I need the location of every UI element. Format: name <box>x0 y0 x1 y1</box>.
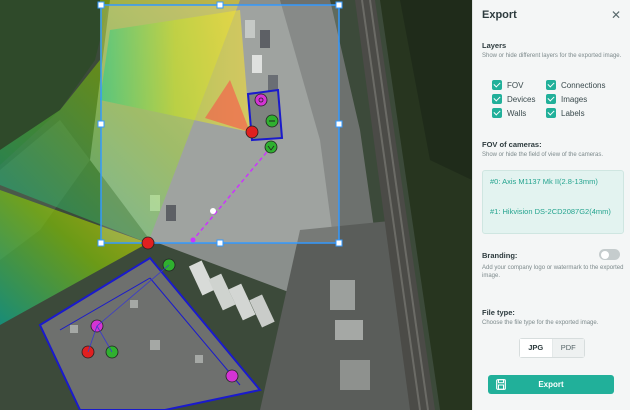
layer-checkbox-images[interactable]: Images <box>546 94 587 104</box>
layer-label: Images <box>561 94 588 104</box>
device-marker-switch-top[interactable] <box>254 93 268 107</box>
save-icon <box>496 379 506 390</box>
layer-label: Connections <box>561 80 606 90</box>
file-type-jpg[interactable]: JPG <box>520 339 553 357</box>
fov-description: Show or hide the field of view of the ca… <box>482 152 604 158</box>
layer-checkbox-devices[interactable]: Devices <box>492 94 535 104</box>
close-icon[interactable]: ✕ <box>609 8 623 22</box>
checkbox-checked-icon <box>546 94 556 104</box>
branding-description: Add your company logo or watermark to th… <box>482 265 624 279</box>
fov-title: FOV of cameras: <box>482 140 542 149</box>
device-marker-camera-1[interactable] <box>141 236 155 250</box>
layer-label: FOV <box>507 80 524 90</box>
checkbox-checked-icon <box>492 94 502 104</box>
layer-label: Devices <box>507 94 536 104</box>
file-type-selector: JPG PDF <box>519 338 585 358</box>
layer-label: Labels <box>561 108 585 118</box>
export-button-label: Export <box>538 380 564 389</box>
branding-title: Branding: <box>482 251 518 260</box>
camera-item-0[interactable]: #0: Axis M1137 Mk II(2.8-13mm) <box>490 177 618 187</box>
branding-toggle[interactable] <box>599 249 620 260</box>
device-marker-ap-top[interactable] <box>264 140 278 154</box>
file-type-description: Choose the file type for the exported im… <box>482 320 599 326</box>
layers-description: Show or hide different layers for the ex… <box>482 53 622 59</box>
map-canvas[interactable] <box>0 0 472 410</box>
export-panel: Export ✕ Layers Show or hide different l… <box>472 0 630 410</box>
layer-checkbox-connections[interactable]: Connections <box>546 80 605 90</box>
device-marker-camera-0[interactable] <box>245 125 259 139</box>
checkbox-checked-icon <box>492 80 502 90</box>
layer-checkbox-fov[interactable]: FOV <box>492 80 523 90</box>
aerial-map <box>0 0 472 410</box>
export-button[interactable]: Export <box>488 375 614 394</box>
layer-checkbox-labels[interactable]: Labels <box>546 108 585 118</box>
file-type-title: File type: <box>482 308 515 317</box>
device-marker-building-4[interactable] <box>225 369 239 383</box>
checkbox-checked-icon <box>546 80 556 90</box>
file-type-pdf[interactable]: PDF <box>552 339 584 357</box>
layers-title: Layers <box>482 41 507 50</box>
layer-label: Walls <box>507 108 527 118</box>
camera-item-1[interactable]: #1: Hikvision DS-2CD2087G2(4mm) <box>490 207 618 217</box>
checkbox-checked-icon <box>546 108 556 118</box>
device-marker-camera-top[interactable] <box>265 114 279 128</box>
checkbox-checked-icon <box>492 108 502 118</box>
panel-title: Export <box>482 9 517 21</box>
camera-list: #0: Axis M1137 Mk II(2.8-13mm) #1: Hikvi… <box>482 170 624 234</box>
layer-checkbox-walls[interactable]: Walls <box>492 108 526 118</box>
